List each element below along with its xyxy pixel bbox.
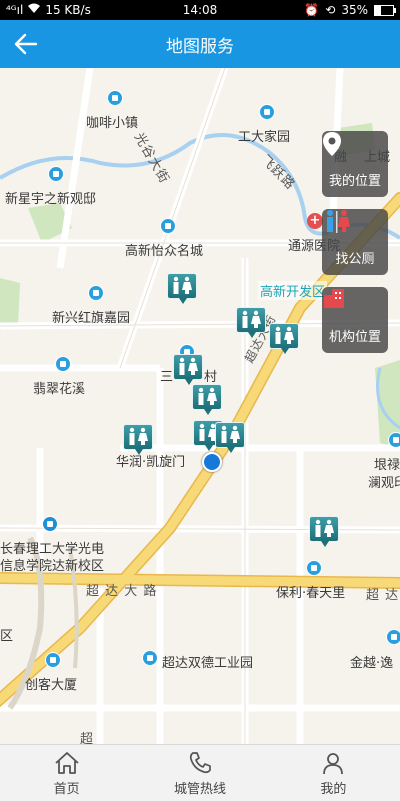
poi-label: 超达双德工业园 (162, 656, 254, 671)
tab-label: 我的 (320, 782, 347, 797)
tab-hotline[interactable]: 城管热线 (133, 745, 266, 801)
alarm-icon: ⏰ (304, 3, 320, 17)
toilet-icon (179, 357, 198, 375)
toilet-icon (315, 519, 334, 537)
poi-marker[interactable] (306, 560, 322, 576)
poi-label: 信息学院达新校区 (0, 559, 105, 574)
my-location-button[interactable]: 我的位置 (322, 131, 388, 197)
arrow-left-icon (14, 33, 38, 55)
poi-label: 新星宇之新观邸 (5, 192, 97, 207)
toilet-marker[interactable] (192, 384, 222, 415)
poi-label: 澜观印 (368, 476, 400, 491)
toilet-marker[interactable] (269, 323, 299, 354)
poi-marker[interactable] (45, 652, 61, 668)
poi-marker[interactable] (160, 218, 176, 234)
rotation-lock-icon: ⟲ (325, 3, 336, 17)
signal-icon: ⁴ᴳıl (6, 3, 24, 17)
toilet-icon (198, 387, 217, 405)
toilet-marker[interactable] (309, 516, 339, 547)
toilet-icon (275, 326, 294, 344)
back-button[interactable] (10, 28, 42, 60)
poi-label: 区 (0, 629, 14, 644)
poi-label: 村 (204, 370, 218, 385)
poi-marker[interactable] (88, 285, 104, 301)
poi-label: 咖啡小镇 (86, 116, 139, 131)
toilet-icon (129, 427, 148, 445)
hospital-icon[interactable]: + (307, 213, 323, 229)
poi-label: 保利·春天里 (276, 586, 346, 601)
current-location-marker (202, 452, 222, 472)
phone-icon (189, 752, 211, 774)
network-speed: 15 KB/s (45, 3, 91, 17)
toilet-marker[interactable] (123, 424, 153, 455)
poi-marker[interactable] (55, 356, 71, 372)
tab-mine[interactable]: 我的 (267, 745, 400, 801)
page-title: 地图服务 (166, 36, 234, 57)
poi-label: 新兴红旗嘉园 (52, 311, 131, 326)
side-button-label: 找公厕 (335, 252, 375, 267)
poi-marker[interactable] (107, 90, 123, 106)
road-label: 超 达 (366, 588, 400, 603)
poi-marker[interactable] (48, 166, 64, 182)
poi-marker[interactable] (142, 650, 158, 666)
status-bar: ⁴ᴳıl 15 KB/s 14:08 ⏰ ⟲ 35% (0, 0, 400, 20)
poi-label: 垠禄 (374, 458, 400, 473)
building-icon (324, 289, 344, 308)
map-view[interactable]: 咖啡小镇 工大家园 新星宇之新观邸 高新怡众名城 新兴红旗嘉园 翡翠花溪 三 村… (0, 68, 400, 744)
poi-label: 创客大厦 (25, 678, 78, 693)
district-label: 高新开发区 (258, 281, 328, 300)
poi-label: 华润·凯旋门 (116, 455, 186, 470)
road-label: 超 达 大 路 (86, 584, 158, 599)
poi-label: 金越·逸 (350, 656, 394, 671)
toilet-icon (221, 425, 240, 443)
org-location-button[interactable]: 机构位置 (322, 287, 388, 353)
find-toilet-button[interactable]: 找公厕 (322, 209, 388, 275)
tab-label: 城管热线 (173, 782, 226, 797)
poi-label: 三 (160, 370, 174, 385)
bottom-tab-bar: 首页 城管热线 我的 (0, 744, 400, 801)
poi-marker[interactable] (42, 516, 58, 532)
poi-label: 高新怡众名城 (125, 244, 204, 259)
person-icon (323, 753, 344, 775)
tab-label: 首页 (53, 782, 80, 797)
poi-label: 工大家园 (238, 130, 291, 145)
poi-label: 翡翠花溪 (33, 382, 86, 397)
toilet-marker[interactable] (236, 307, 266, 338)
toilet-marker[interactable] (167, 273, 197, 304)
toilet-icon (173, 276, 192, 294)
home-icon (55, 752, 79, 774)
road-label: 超 (80, 732, 95, 744)
poi-marker[interactable] (259, 104, 275, 120)
wifi-icon (27, 3, 41, 17)
poi-marker[interactable] (386, 629, 400, 645)
location-pin-icon (323, 132, 341, 156)
toilet-icon (242, 310, 261, 328)
poi-marker[interactable] (388, 432, 400, 448)
toilet-marker[interactable] (215, 422, 245, 453)
battery-text: 35% (341, 3, 368, 17)
toilet-marker[interactable] (173, 354, 203, 385)
side-button-label: 机构位置 (328, 330, 381, 345)
header-bar: 地图服务 (0, 20, 400, 68)
battery-icon (374, 4, 396, 16)
tab-home[interactable]: 首页 (0, 745, 133, 801)
toilet-icon (327, 210, 350, 233)
side-button-label: 我的位置 (328, 174, 381, 189)
